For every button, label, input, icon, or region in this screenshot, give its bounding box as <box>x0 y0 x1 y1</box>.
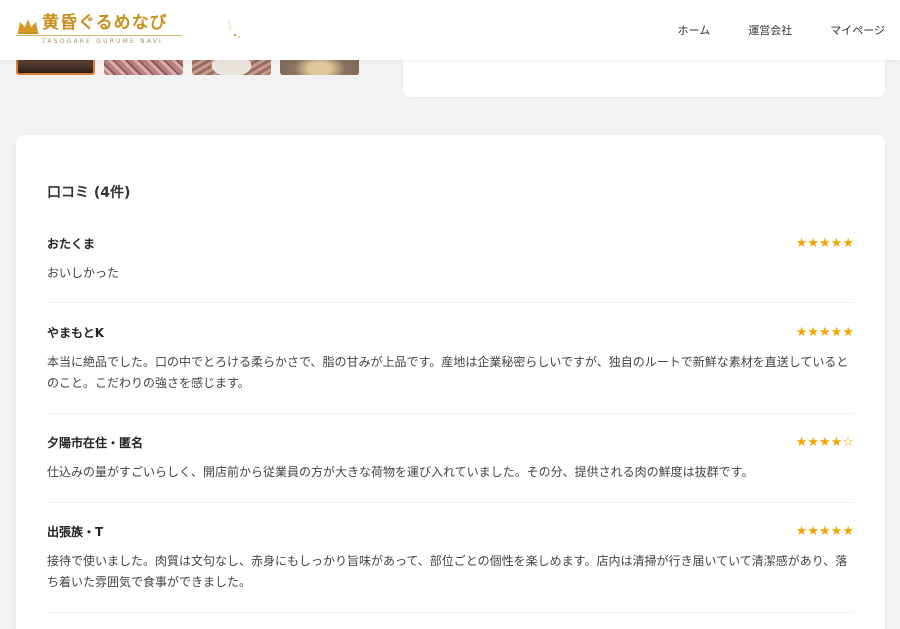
rating-stars: ★★★★☆ <box>795 434 854 450</box>
logo-subtitle: TASOGARE GURUME NAVI <box>42 38 164 45</box>
rating-stars: ★★★★★ <box>795 235 854 251</box>
reviews-title: 口コミ (4件) <box>47 185 131 201</box>
review-text: おいしかった <box>47 266 120 280</box>
main-nav: ホーム 運営会社 マイページ <box>678 0 885 60</box>
review-item: 出張族・T ★★★★★ 接待で使いました。肉質は文句なし、赤身にもしっかり旨味が… <box>47 521 854 613</box>
rating-stars: ★★★★★ <box>795 324 854 340</box>
nav-mypage-link[interactable]: マイページ <box>830 22 885 38</box>
review-item: やまもとK ★★★★★ 本当に絶品でした。口の中でとろける柔らかさで、脂の甘みが… <box>47 322 854 414</box>
sparkle-icon <box>227 19 240 38</box>
nav-company-link[interactable]: 運営会社 <box>748 22 792 38</box>
crown-icon <box>18 19 38 34</box>
reviewer-name: 出張族・T <box>47 524 104 539</box>
reviewer-name: 夕陽市在住・匿名 <box>47 435 144 450</box>
rating-stars: ★★★★★ <box>795 523 854 539</box>
review-text: 接待で使いました。肉質は文句なし、赤身にもしっかり旨味があって、部位ごとの個性を… <box>47 554 848 589</box>
reviewer-name: やまもとK <box>47 325 105 340</box>
review-text: 本当に絶品でした。口の中でとろける柔らかさで、脂の甘みが上品です。産地は企業秘密… <box>47 355 849 390</box>
site-logo[interactable]: 黄昏ぐるめなび TASOGARE GURUME NAVI <box>16 12 182 46</box>
site-header: 黄昏ぐるめなび TASOGARE GURUME NAVI ホーム 運営会社 マイ… <box>0 0 900 60</box>
review-item: 夕陽市在住・匿名 ★★★★☆ 仕込みの量がすごいらしく、開店前から従業員の方が大… <box>47 432 854 503</box>
reviewer-name: おたくま <box>47 236 96 251</box>
logo-divider <box>16 35 182 36</box>
review-text: 仕込みの量がすごいらしく、開店前から従業員の方が大きな荷物を運び入れていました。… <box>47 465 754 479</box>
review-item: おたくま ★★★★★ おいしかった <box>47 233 854 303</box>
nav-home-link[interactable]: ホーム <box>678 22 711 38</box>
logo-title: 黄昏ぐるめなび <box>42 13 168 33</box>
reviews-card: 口コミ (4件) おたくま ★★★★★ おいしかった やまもとK ★★★★★ 本… <box>16 135 885 629</box>
